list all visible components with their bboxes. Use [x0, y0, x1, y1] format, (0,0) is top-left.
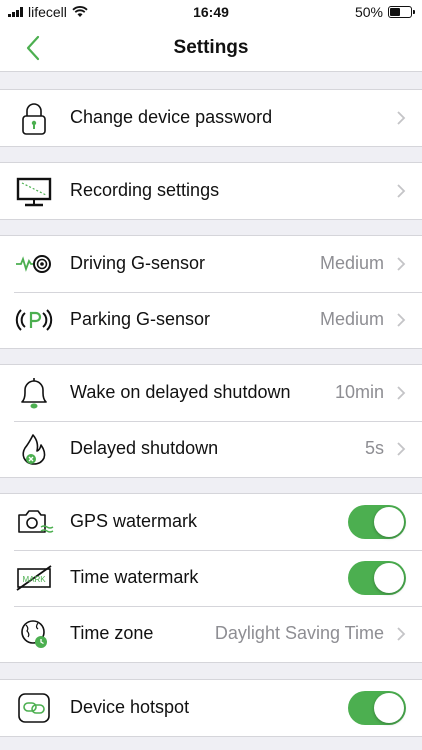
- row-time-watermark[interactable]: MARK Time watermark: [0, 550, 422, 606]
- watermark-icon-text: MARK: [22, 575, 46, 584]
- bell-icon: [21, 378, 47, 409]
- row-value: Medium: [319, 253, 384, 273]
- row-label: Time zone: [70, 623, 154, 643]
- settings-group-shutdown: Wake on delayed shutdown 10min Delayed s…: [0, 364, 422, 478]
- page-title: Settings: [173, 37, 249, 58]
- row-change-device-password[interactable]: Change device password: [0, 90, 422, 146]
- row-wake-on-delayed-shutdown[interactable]: Wake on delayed shutdown 10min: [0, 365, 422, 421]
- lock-icon: [22, 103, 46, 135]
- chevron-right-icon: [397, 313, 406, 327]
- row-parking-g-sensor[interactable]: Parking G-sensor Medium: [0, 292, 422, 348]
- row-label: Wake on delayed shutdown: [70, 382, 291, 402]
- globe-clock-icon: [21, 620, 47, 648]
- battery-percent: 50%: [354, 4, 383, 20]
- toggle-knob: [374, 563, 404, 593]
- row-device-hotspot[interactable]: Device hotspot: [0, 680, 422, 736]
- row-label: Parking G-sensor: [70, 309, 211, 329]
- row-label: Recording settings: [70, 180, 220, 200]
- time-watermark-toggle[interactable]: [348, 561, 406, 595]
- hotspot-icon: [18, 693, 50, 723]
- settings-group-gsensor: Driving G-sensor Medium Parking G-sensor…: [0, 235, 422, 349]
- monitor-icon: [16, 177, 52, 207]
- row-value: Medium: [319, 309, 384, 329]
- watermark-icon: MARK: [16, 565, 52, 591]
- row-value: 10min: [334, 382, 384, 402]
- settings-group-security: Change device password: [0, 89, 422, 147]
- chevron-right-icon: [397, 184, 406, 198]
- parking-icon: [15, 309, 53, 331]
- row-label: Change device password: [70, 107, 273, 127]
- row-label: Time watermark: [70, 567, 199, 587]
- g-sensor-icon: [16, 255, 51, 273]
- row-driving-g-sensor[interactable]: Driving G-sensor Medium: [0, 236, 422, 292]
- row-recording-settings[interactable]: Recording settings: [0, 163, 422, 219]
- row-label: GPS watermark: [70, 511, 198, 531]
- gps-watermark-toggle[interactable]: [348, 505, 406, 539]
- chevron-right-icon: [397, 442, 406, 456]
- row-value: Daylight Saving Time: [214, 623, 384, 643]
- device-hotspot-toggle[interactable]: [348, 691, 406, 725]
- settings-group-recording: Recording settings: [0, 162, 422, 220]
- nav-bar: Settings: [0, 24, 422, 72]
- chevron-right-icon: [397, 257, 406, 271]
- status-bar: lifecell 16:49 50%: [0, 0, 422, 24]
- chevron-right-icon: [397, 111, 406, 125]
- row-time-zone[interactable]: Time zone Daylight Saving Time: [0, 606, 422, 662]
- row-delayed-shutdown[interactable]: Delayed shutdown 5s: [0, 421, 422, 477]
- battery-icon: [388, 6, 415, 18]
- chevron-right-icon: [397, 627, 406, 641]
- row-value: 5s: [364, 438, 384, 458]
- toggle-knob: [374, 693, 404, 723]
- row-label: Device hotspot: [70, 697, 190, 717]
- row-gps-watermark[interactable]: GPS watermark: [0, 494, 422, 550]
- status-right: 50%: [354, 4, 415, 20]
- camera-icon: [18, 510, 54, 533]
- row-label: Delayed shutdown: [70, 438, 219, 458]
- flame-icon: [22, 434, 46, 465]
- row-label: Driving G-sensor: [70, 253, 206, 273]
- settings-group-watermark: GPS watermark MARK Time watermark Time z…: [0, 493, 422, 663]
- settings-group-hotspot: Device hotspot: [0, 679, 422, 737]
- chevron-right-icon: [397, 386, 406, 400]
- toggle-knob: [374, 507, 404, 537]
